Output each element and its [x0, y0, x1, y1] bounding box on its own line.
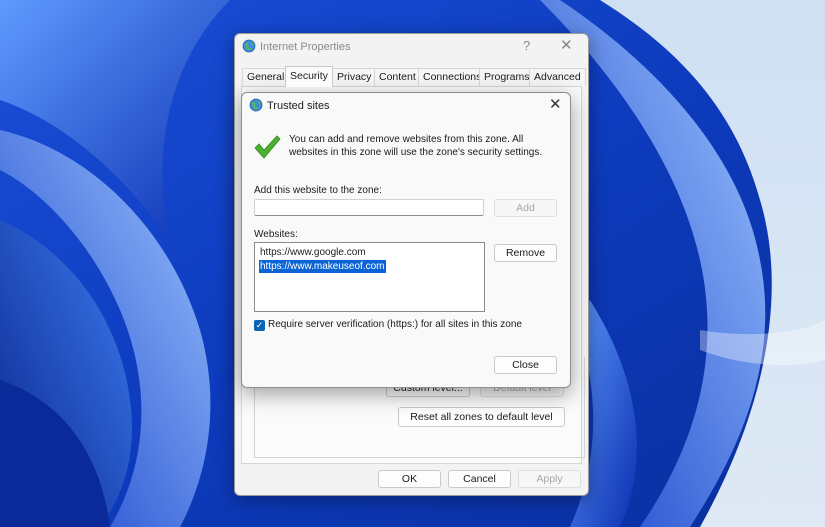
- close-icon[interactable]: ✕: [560, 36, 573, 54]
- close-icon[interactable]: ✕: [549, 95, 562, 113]
- globe-icon: [249, 98, 263, 112]
- list-item[interactable]: https://www.google.com: [259, 246, 367, 259]
- websites-label: Websites:: [254, 229, 298, 240]
- add-website-label: Add this website to the zone:: [254, 185, 382, 196]
- websites-list[interactable]: https://www.google.com https://www.makeu…: [254, 242, 485, 312]
- tab-security[interactable]: Security: [285, 66, 333, 87]
- zone-info-text: You can add and remove websites from thi…: [289, 134, 543, 158]
- reset-all-zones-button[interactable]: Reset all zones to default level: [398, 407, 565, 427]
- add-website-input[interactable]: [254, 199, 484, 216]
- apply-button[interactable]: Apply: [518, 470, 581, 488]
- tab-privacy[interactable]: Privacy: [332, 68, 377, 86]
- checkmark-icon: [254, 135, 281, 159]
- tab-general[interactable]: General: [242, 68, 290, 86]
- close-button[interactable]: Close: [494, 356, 557, 374]
- cancel-button[interactable]: Cancel: [448, 470, 511, 488]
- tab-programs[interactable]: Programs: [479, 68, 535, 86]
- window-title: Internet Properties: [260, 41, 351, 53]
- require-https-checkbox[interactable]: ✓: [254, 320, 265, 331]
- ok-button[interactable]: OK: [378, 470, 441, 488]
- add-button[interactable]: Add: [494, 199, 557, 217]
- remove-button[interactable]: Remove: [494, 244, 557, 262]
- dialog-title: Trusted sites: [267, 100, 330, 112]
- tab-advanced[interactable]: Advanced: [529, 68, 586, 86]
- trusted-sites-dialog: Trusted sites ✕ You can add and remove w…: [241, 92, 571, 388]
- help-button[interactable]: ?: [523, 38, 530, 53]
- tab-content[interactable]: Content: [374, 68, 421, 86]
- tab-connections[interactable]: Connections: [418, 68, 487, 86]
- globe-icon: [242, 39, 256, 53]
- list-item-selected[interactable]: https://www.makeuseof.com: [259, 260, 386, 273]
- internet-properties-titlebar[interactable]: Internet Properties ? ✕: [235, 34, 588, 60]
- require-https-label[interactable]: Require server verification (https:) for…: [268, 319, 522, 330]
